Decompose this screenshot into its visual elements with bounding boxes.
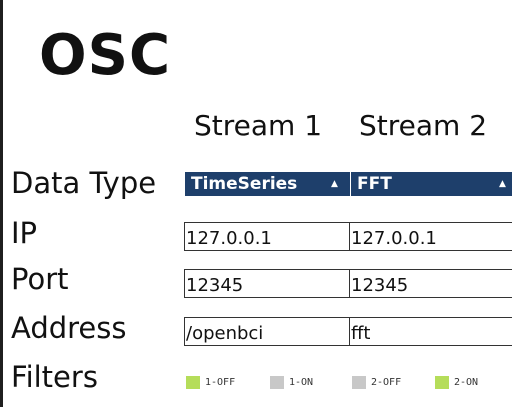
stream2-port-field[interactable]: 12345 bbox=[349, 269, 512, 298]
filter-1-off-button[interactable]: 1-OFF bbox=[186, 375, 235, 389]
stream2-address-field[interactable]: fft bbox=[349, 317, 512, 346]
stream1-column-header: Stream 1 bbox=[194, 109, 323, 142]
stream1-ip-field[interactable]: 127.0.0.1 bbox=[184, 222, 350, 251]
filter-swatch bbox=[435, 375, 449, 389]
stream2-data-type-value: FFT bbox=[357, 174, 392, 194]
filter-swatch bbox=[186, 375, 200, 389]
filter-label: 2-ON bbox=[454, 376, 479, 388]
filter-label: 2-OFF bbox=[371, 376, 402, 388]
filter-swatch bbox=[352, 375, 366, 389]
filter-2-on-button[interactable]: 2-ON bbox=[435, 375, 478, 389]
address-label: Address bbox=[11, 311, 127, 345]
stream1-data-type-value: TimeSeries bbox=[191, 174, 298, 194]
filters-label: Filters bbox=[11, 360, 98, 394]
page-title: OSC bbox=[39, 23, 172, 88]
stream1-port-field[interactable]: 12345 bbox=[184, 269, 350, 298]
filter-label: 1-ON bbox=[289, 376, 314, 388]
stream2-column-header: Stream 2 bbox=[359, 109, 488, 142]
osc-panel: OSC Stream 1 Stream 2 Data Type IP Port … bbox=[0, 0, 512, 407]
filter-label: 1-OFF bbox=[205, 376, 236, 388]
stream1-data-type-dropdown[interactable]: TimeSeries ▲ bbox=[185, 172, 350, 196]
ip-label: IP bbox=[11, 216, 38, 250]
port-label: Port bbox=[11, 262, 69, 296]
stream1-address-field[interactable]: /openbci bbox=[184, 317, 350, 346]
filter-1-on-button[interactable]: 1-ON bbox=[270, 375, 313, 389]
filter-2-off-button[interactable]: 2-OFF bbox=[352, 375, 401, 389]
stream2-data-type-dropdown[interactable]: FFT ▲ bbox=[351, 172, 512, 196]
stream2-ip-field[interactable]: 127.0.0.1 bbox=[349, 222, 512, 251]
caret-up-icon: ▲ bbox=[331, 179, 338, 189]
caret-up-icon: ▲ bbox=[499, 179, 506, 189]
filter-swatch bbox=[270, 375, 284, 389]
data-type-label: Data Type bbox=[11, 166, 157, 200]
